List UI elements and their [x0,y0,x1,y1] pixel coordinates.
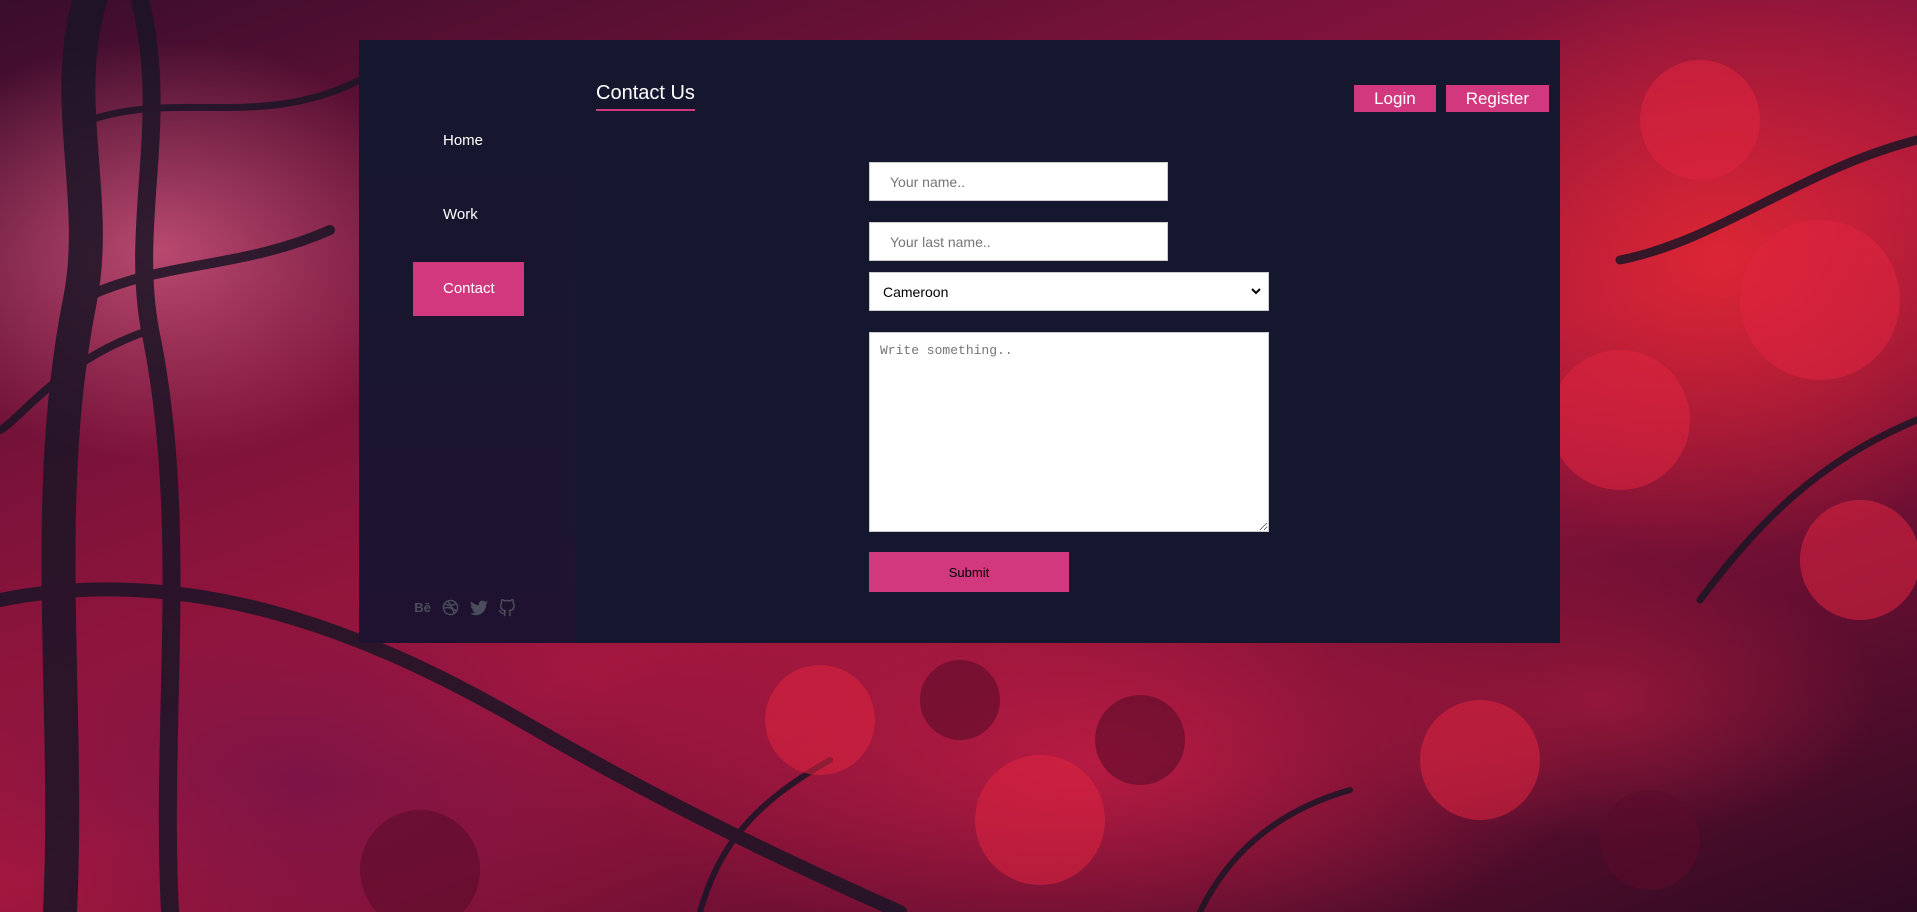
twitter-icon[interactable] [469,598,488,617]
country-select[interactable]: Cameroon [869,272,1269,311]
dribbble-icon[interactable] [441,598,460,617]
register-button[interactable]: Register [1445,85,1549,112]
github-icon[interactable] [497,598,516,617]
page-title: Contact Us [596,82,695,111]
content-panel: Home Work Contact Bē Contact Us Login Re… [359,40,1560,643]
login-button[interactable]: Login [1354,85,1436,112]
behance-icon[interactable]: Bē [413,598,432,617]
first-name-input[interactable] [869,162,1168,201]
sidebar: Home Work Contact Bē [359,40,575,643]
submit-button[interactable]: Submit [869,552,1069,592]
message-textarea[interactable] [869,332,1269,532]
main-content: Contact Us Login Register Cameroon Submi… [575,40,1560,643]
country-select-value: Cameroon [883,283,949,300]
sidebar-item-work[interactable]: Work [413,188,524,242]
chevron-down-icon [1251,286,1261,298]
social-links: Bē [413,598,516,617]
auth-buttons: Login Register [1354,85,1549,112]
sidebar-item-home[interactable]: Home [413,114,524,168]
last-name-input[interactable] [869,222,1168,261]
contact-form: Cameroon Submit [869,162,1269,592]
sidebar-item-contact[interactable]: Contact [413,262,524,316]
sidebar-nav: Home Work Contact [413,114,524,336]
